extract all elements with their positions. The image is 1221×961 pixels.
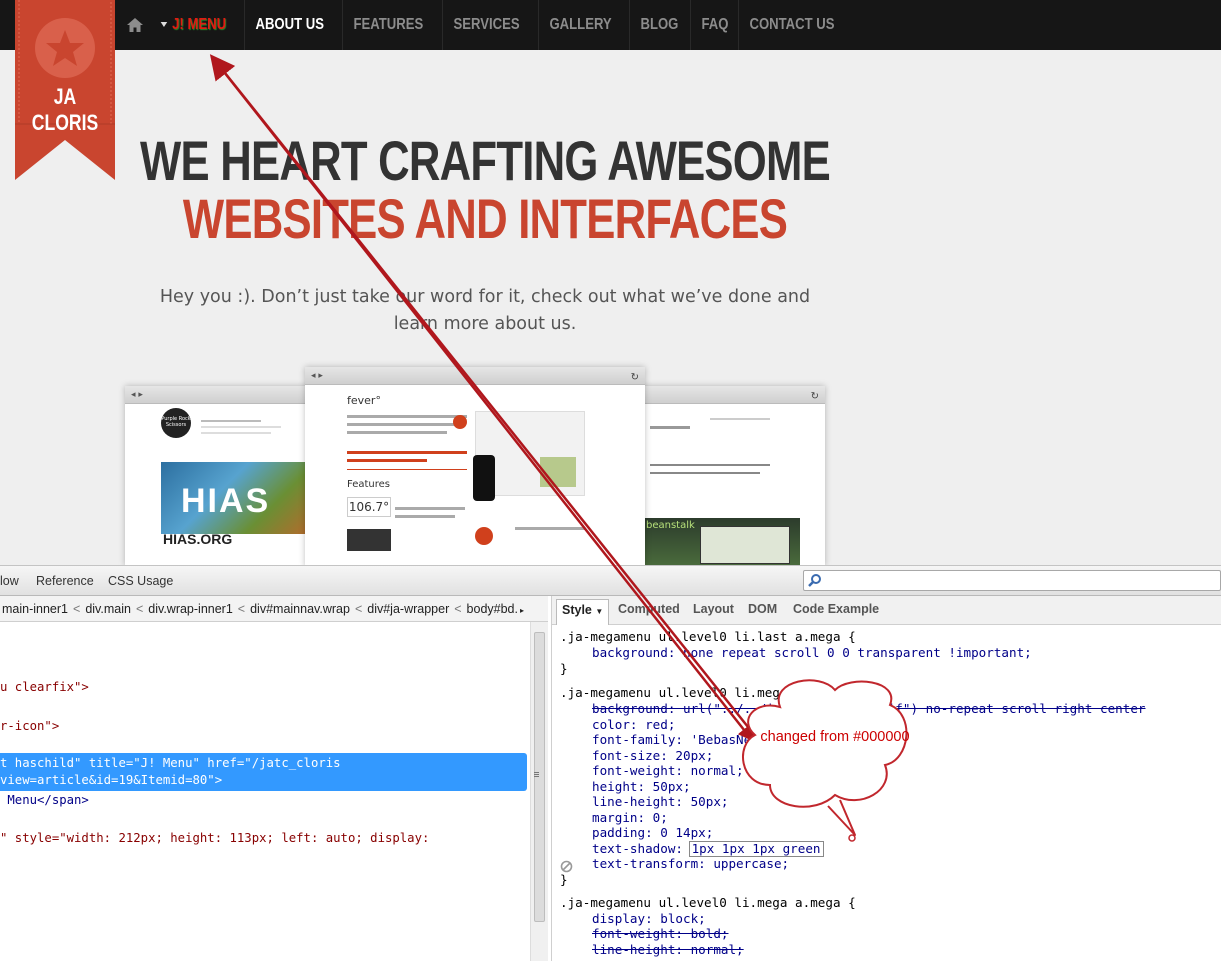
hero-heading-line1: WE HEART CRAFTING AWESOME: [140, 129, 831, 192]
selected-html-node[interactable]: t haschild" title="J! Menu" href="/jatc_…: [0, 753, 527, 791]
dropdown-caret-icon: [160, 22, 168, 28]
html-line-selected: t haschild" title="J! Menu" href="/jatc_…: [0, 756, 341, 770]
nav-item-services[interactable]: SERVICES: [442, 0, 530, 50]
css-declaration[interactable]: background: none repeat scroll 0 0 trans…: [592, 645, 1032, 661]
breadcrumb-item[interactable]: div.main: [83, 602, 133, 616]
css-rule-close: }: [560, 872, 568, 887]
mockup-center-brand: fever°: [347, 394, 381, 407]
css-value-edit-input[interactable]: 1px 1px 1px green: [688, 841, 824, 857]
breadcrumb: main-inner1 < div.main < div.wrap-inner1 < div…: [0, 596, 548, 622]
nav-item-blog[interactable]: BLOG: [628, 0, 689, 50]
tab-code-example[interactable]: Code Example: [793, 602, 879, 616]
html-line[interactable]: " style="width: 212px; height: 113px; le…: [0, 829, 429, 847]
mockup-right-text-line: [650, 464, 770, 466]
mockup-right-line: [650, 426, 690, 429]
tab-dom[interactable]: DOM: [748, 602, 777, 616]
tab-computed[interactable]: Computed: [618, 602, 680, 616]
mockup-left-logo: Purple Rock Scissors: [161, 408, 191, 438]
website-preview: J! MENU ABOUT US FEATURES SERVICES GALLE…: [0, 0, 1221, 565]
hero-tagline: Hey you :). Don’t just take our word for…: [159, 287, 811, 334]
mockup-right-brand: beanstalk: [646, 520, 695, 531]
tab-layout[interactable]: Layout: [693, 602, 734, 616]
mockup-browser-chrome-center: ◂ ▸ ↻: [305, 367, 645, 385]
breadcrumb-item[interactable]: div#ja-wrapper: [365, 602, 451, 616]
css-selector[interactable]: .ja-megamenu ul.level0 li.last a.mega {: [560, 629, 856, 645]
css-rule-close: }: [560, 661, 568, 676]
css-declaration[interactable]: display: block;: [592, 911, 706, 927]
portfolio-mockup-left[interactable]: ◂ ▸ Purple Rock Scissors HIAS HIAS.ORG: [125, 386, 310, 565]
devtools-tab-reference[interactable]: Reference: [36, 574, 94, 588]
style-panel-tabs: Style ▼ Computed Layout DOM Code Example: [551, 596, 1221, 625]
home-icon[interactable]: [120, 0, 150, 50]
nav-item-faq[interactable]: FAQ: [690, 0, 739, 50]
html-line[interactable]: Menu</span>: [0, 791, 88, 809]
css-declaration-overridden[interactable]: font-weight: bold;: [592, 926, 728, 942]
mockup-left-hero-image: HIAS: [161, 462, 310, 534]
devtools-search-input[interactable]: [803, 570, 1221, 591]
mockup-right-text-line2: [650, 472, 760, 474]
css-rules-pane: .ja-megamenu ul.level0 li.last a.mega { …: [551, 625, 1221, 961]
portfolio-mockup-right[interactable]: ↻ beanstalk: [640, 386, 825, 565]
nav-item-about-us[interactable]: ABOUT US: [243, 0, 335, 50]
css-declaration[interactable]: line-height: 50px;: [592, 794, 728, 810]
mockup-left-menu: [201, 416, 301, 440]
css-declaration[interactable]: font-size: 20px;: [592, 748, 713, 764]
mockup-center-temp: 106.7°: [347, 497, 391, 517]
html-line-selected: view=article&id=19&Itemid=80">: [0, 773, 223, 787]
devtools-tab-flow[interactable]: low: [0, 574, 19, 588]
mockup-center-features: Features: [347, 479, 390, 490]
search-icon: [808, 574, 821, 587]
portfolio-mockup-center[interactable]: ◂ ▸ ↻ fever° Features 106.7°: [305, 367, 645, 565]
css-declaration[interactable]: font-weight: normal;: [592, 763, 744, 779]
nav-item-jmenu[interactable]: J! MENU: [150, 0, 237, 50]
breadcrumb-item[interactable]: div.wrap-inner1: [146, 602, 235, 616]
css-declaration-text-shadow[interactable]: text-shadow: 1px 1px 1px green: [592, 841, 824, 857]
html-tree-pane: u clearfix"> r-icon"> t haschild" title=…: [0, 622, 530, 961]
css-property-name: text-shadow:: [592, 841, 683, 856]
html-line[interactable]: u clearfix">: [0, 678, 89, 696]
top-navigation-bar: J! MENU ABOUT US FEATURES SERVICES GALLE…: [0, 0, 1221, 50]
site-logo[interactable]: JA CLORIS: [15, 0, 115, 180]
devtools-toolbar: low Reference CSS Usage: [0, 565, 1221, 596]
nav-item-jmenu-label: J! MENU: [172, 16, 227, 33]
tab-style[interactable]: Style ▼: [556, 599, 610, 625]
mockup-left-hero-text: HIAS: [181, 482, 271, 520]
css-declaration[interactable]: text-transform: uppercase;: [592, 856, 789, 872]
css-selector[interactable]: .ja-megamenu ul.level0 li.mega a.mega {: [560, 685, 856, 701]
css-declaration[interactable]: color: red;: [592, 717, 675, 733]
nav-item-contact-us[interactable]: CONTACT US: [737, 0, 845, 50]
nav-item-features[interactable]: FEATURES: [342, 0, 434, 50]
mockup-left-logo-text: Purple Rock Scissors: [161, 416, 191, 428]
mockup-right-hero: beanstalk: [640, 518, 800, 565]
nav-item-gallery[interactable]: GALLERY: [538, 0, 622, 50]
mockup-browser-chrome-right: ↻: [640, 386, 825, 404]
css-declaration[interactable]: margin: 0;: [592, 810, 668, 826]
scrollbar-thumb[interactable]: [534, 632, 545, 922]
tab-style-label: Style: [562, 603, 592, 617]
css-selector[interactable]: .ja-megamenu ul.level0 li.mega a.mega {: [560, 895, 856, 911]
scrollbar-grip: [534, 772, 539, 773]
breadcrumb-item[interactable]: main-inner1: [0, 602, 70, 616]
css-declaration-overridden[interactable]: background: url("../../images/nav-sep.gi…: [592, 701, 1146, 717]
main-nav: J! MENU ABOUT US FEATURES SERVICES GALLE…: [120, 0, 857, 50]
css-declaration[interactable]: height: 50px;: [592, 779, 691, 795]
breadcrumb-item[interactable]: body#bd.: [465, 602, 520, 616]
mockup-browser-chrome: ◂ ▸: [125, 386, 310, 404]
mockup-right-line2: [710, 418, 770, 420]
breadcrumb-item[interactable]: div#mainnav.wrap: [248, 602, 352, 616]
devtools-panel: low Reference CSS Usage main-inner1 < div.…: [0, 565, 1221, 961]
callout-text: changed from #000000: [760, 729, 910, 745]
html-line[interactable]: r-icon">: [0, 717, 59, 735]
mockup-left-site-name: HIAS.ORG: [163, 531, 233, 547]
devtools-tab-css-usage[interactable]: CSS Usage: [108, 574, 173, 588]
logo-text: JA CLORIS: [31, 84, 99, 135]
html-pane-scrollbar[interactable]: [530, 622, 548, 961]
hero-heading-line2: WEBSITES AND INTERFACES: [182, 187, 788, 250]
css-declaration-overridden[interactable]: line-height: normal;: [592, 942, 744, 958]
css-declaration[interactable]: padding: 0 14px;: [592, 825, 713, 841]
